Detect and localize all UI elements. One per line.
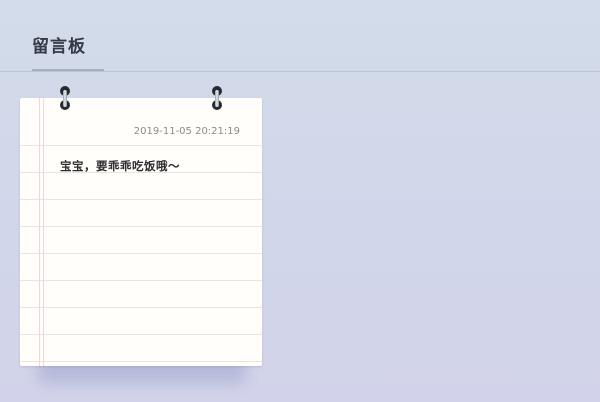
binder-ring-icon	[59, 86, 71, 112]
page-title: 留言板	[32, 37, 86, 57]
binder-ring-icon	[211, 86, 223, 112]
note-margin-line	[39, 98, 40, 366]
message-note-card[interactable]: 2019-11-05 20:21:19 宝宝，要乖乖吃饭哦～	[20, 98, 262, 366]
page-header: 留言板	[0, 0, 600, 72]
note-margin-line	[43, 98, 44, 366]
note-message-text: 宝宝，要乖乖吃饭哦～	[60, 159, 180, 173]
note-timestamp: 2019-11-05 20:21:19	[133, 126, 240, 137]
header-divider	[0, 71, 600, 72]
